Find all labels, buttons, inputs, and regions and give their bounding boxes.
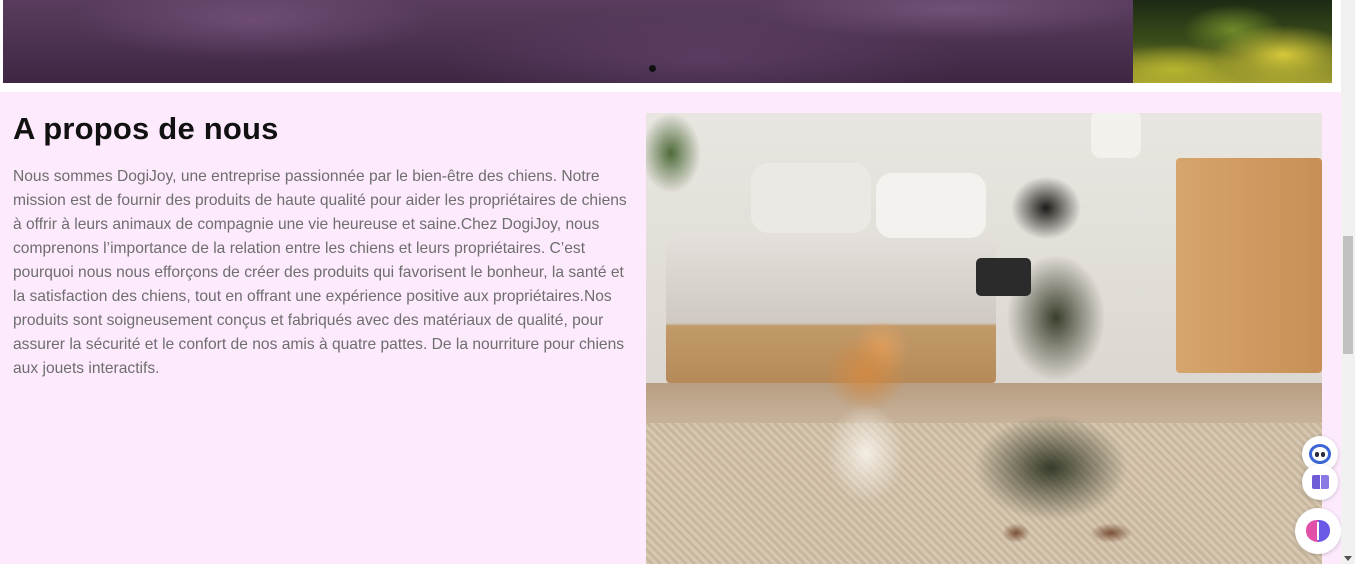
hero-carousel[interactable]	[3, 0, 1332, 83]
about-description: Nous sommes DogiJoy, une entreprise pass…	[13, 168, 627, 377]
hero-image-water	[3, 0, 1133, 83]
brain-icon	[1306, 520, 1330, 542]
reader-button[interactable]	[1302, 464, 1338, 500]
chat-bot-icon	[1309, 444, 1331, 464]
about-title: A propos de nous	[13, 111, 279, 146]
scroll-down-arrow-icon[interactable]	[1344, 556, 1352, 561]
page-scrollbar[interactable]	[1341, 0, 1355, 564]
about-section: A propos de nous Nous sommes DogiJoy, un…	[0, 92, 1341, 564]
scrollbar-thumb[interactable]	[1343, 236, 1353, 354]
hero-image-plants	[1133, 0, 1332, 83]
carousel-indicator-dot[interactable]	[649, 65, 656, 72]
ai-assistant-button[interactable]	[1295, 508, 1341, 554]
about-photo-kid-with-corgi	[646, 113, 1322, 564]
book-icon	[1311, 475, 1329, 489]
